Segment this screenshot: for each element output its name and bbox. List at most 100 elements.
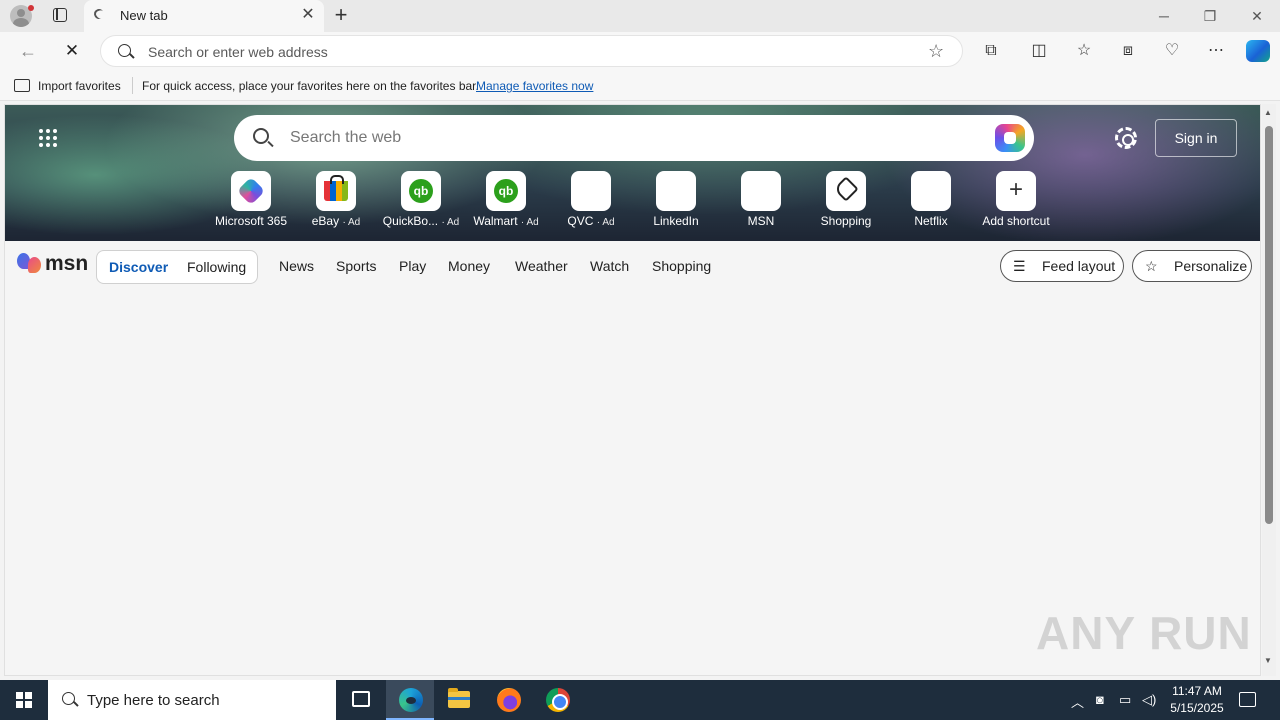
scroll-up-arrow-icon[interactable]: ▲ [1264,108,1272,117]
close-window-button[interactable]: ✕ [1245,6,1269,26]
favorites-icon[interactable]: ☆ [1073,40,1095,62]
feed-layout-button[interactable]: ☰ Feed layout [1000,250,1124,282]
nav-news[interactable]: News [279,258,314,274]
ad-badge: · Ad [520,217,539,228]
sign-in-button[interactable]: Sign in [1155,119,1237,157]
shortcut-walmart[interactable]: qb Walmart · Ad [466,171,546,237]
clock-time: 11:47 AM [1172,684,1222,698]
msn-logo-text: msn [45,252,89,275]
clock-date: 5/15/2025 [1170,701,1224,715]
close-tab-icon[interactable]: ✕ [298,5,318,25]
tab-following[interactable]: Following [187,259,246,275]
shortcut-label: QuickBo... [382,214,439,228]
task-view-icon [352,691,370,707]
web-search-input[interactable] [290,127,950,149]
msn-nav-bar: msn Discover Following News Sports Play … [5,241,1260,291]
scrollbar-thumb[interactable] [1265,126,1273,524]
ad-badge: · Ad [441,217,460,228]
address-input[interactable] [148,42,848,62]
firefox-icon [497,688,521,712]
ad-badge: · Ad [596,217,615,228]
page-scrollbar[interactable]: ▲ ▼ [1262,104,1276,676]
page-settings-gear-icon[interactable] [1115,127,1137,149]
nav-weather[interactable]: Weather [515,258,568,274]
split-screen-icon[interactable]: ◫ [1028,40,1050,62]
address-bar[interactable]: ☆ [100,35,963,67]
stop-loading-button[interactable]: ✕ [62,41,82,61]
browser-essentials-icon[interactable]: ♡ [1161,40,1183,62]
add-favorite-star-icon[interactable]: ☆ [928,41,944,62]
ad-badge: · Ad [342,217,361,228]
linkedin-icon [656,171,696,211]
minimize-button[interactable]: ─ [1152,6,1176,26]
volume-icon[interactable]: ◁) [1142,692,1156,708]
quickbooks-icon: qb [401,171,441,211]
msn-logo[interactable]: msn [17,251,89,279]
new-tab-button[interactable]: + [330,4,352,26]
quickbooks-icon: qb [486,171,526,211]
web-search-box[interactable] [234,115,1034,161]
taskbar-edge[interactable] [386,680,434,720]
extensions-icon[interactable]: ⧉ [980,40,1002,62]
hero-background: Sign in Microsoft 365 eBay · Ad qb Quick… [5,105,1260,241]
system-clock[interactable]: 11:47 AM 5/15/2025 [1162,683,1232,717]
nav-play[interactable]: Play [399,258,426,274]
nav-money[interactable]: Money [448,258,490,274]
search-icon [62,692,75,705]
ebay-icon [316,171,356,211]
taskbar-firefox[interactable] [484,680,532,720]
restore-button[interactable]: ❐ [1198,6,1222,26]
network-icon[interactable]: ▭ [1119,692,1131,708]
collections-icon[interactable]: ⧈ [1117,40,1139,62]
more-options-icon[interactable]: ⋯ [1205,40,1227,62]
back-button[interactable]: ← [18,41,38,61]
taskbar-chrome[interactable] [533,680,581,720]
notification-icon[interactable] [1239,692,1256,707]
folder-icon [448,688,470,708]
shortcut-label: Netflix [914,214,948,228]
chevron-up-icon[interactable]: ︿ [1071,692,1084,711]
shortcut-microsoft365[interactable]: Microsoft 365 [211,171,291,237]
taskbar-search-box[interactable] [48,680,336,720]
shortcut-linkedin[interactable]: LinkedIn [636,171,716,237]
tab-new-tab[interactable]: New tab ✕ [84,0,324,32]
personalize-label: Personalize [1174,258,1248,274]
shortcut-ebay[interactable]: eBay · Ad [296,171,376,237]
start-button[interactable] [0,680,48,720]
windows-taskbar: ︿ ◙ ▭ ◁) 11:47 AM 5/15/2025 [0,680,1280,720]
add-shortcut-button[interactable]: + Add shortcut [976,171,1056,237]
edge-icon [399,688,423,712]
shortcut-msn[interactable]: MSN [721,171,801,237]
shortcut-netflix[interactable]: Netflix [891,171,971,237]
task-view-button[interactable] [336,680,384,720]
loading-spinner-icon [92,7,106,21]
favorites-bar: Import favorites For quick access, place… [0,70,1280,101]
search-icon [253,128,269,144]
nav-shopping[interactable]: Shopping [652,258,711,274]
msn-icon [741,171,781,211]
profile-notification-dot [28,5,34,11]
app-launcher-icon[interactable] [39,129,57,147]
manage-favorites-link[interactable]: Manage favorites now [476,79,593,93]
import-favorites-button[interactable]: Import favorites [38,79,121,93]
shortcut-quickbooks[interactable]: qb QuickBo... · Ad [381,171,461,237]
nav-sports[interactable]: Sports [336,258,376,274]
qvc-icon [571,171,611,211]
taskbar-search-input[interactable] [87,690,327,710]
meet-now-icon[interactable]: ◙ [1096,692,1104,707]
nav-watch[interactable]: Watch [590,258,629,274]
sparkle-star-icon: ☆ [1145,258,1158,274]
scroll-down-arrow-icon[interactable]: ▼ [1264,656,1272,665]
copilot-search-icon[interactable] [995,124,1025,152]
taskbar-file-explorer[interactable] [435,680,483,720]
search-icon [118,44,131,57]
shortcut-qvc[interactable]: QVC · Ad [551,171,631,237]
personalize-button[interactable]: ☆ Personalize [1132,250,1252,282]
copilot-icon[interactable] [1246,40,1270,62]
msn-butterfly-icon [17,253,43,275]
netflix-icon [911,171,951,211]
tab-actions-icon[interactable] [53,8,67,22]
tab-discover[interactable]: Discover [109,259,168,275]
shortcut-label: eBay [311,214,340,228]
shortcut-shopping[interactable]: Shopping [806,171,886,237]
